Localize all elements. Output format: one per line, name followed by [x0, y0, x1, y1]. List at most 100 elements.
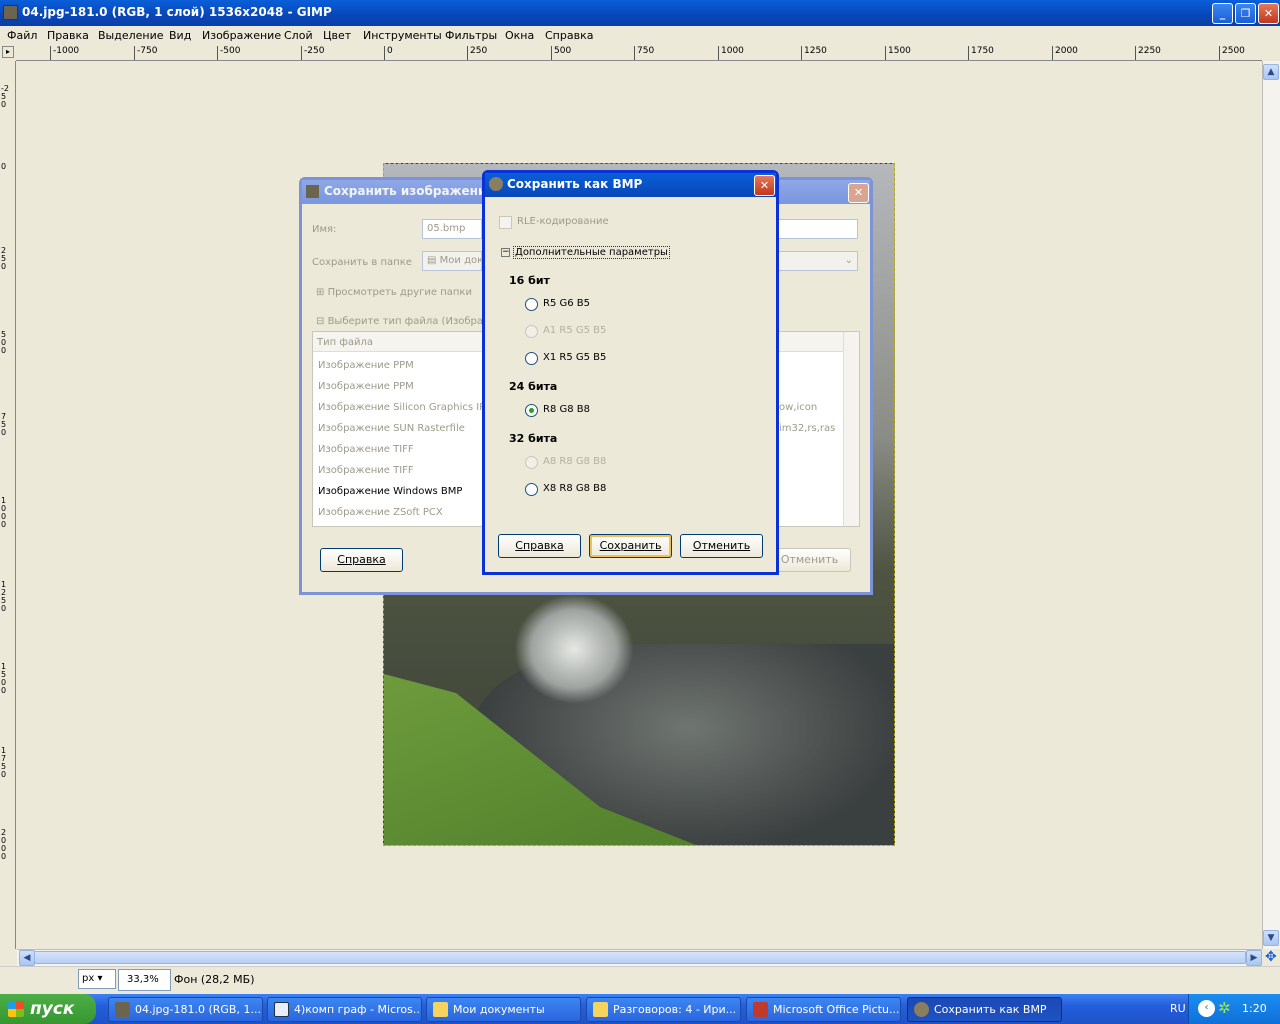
- filetype-row[interactable]: Изображение PPM: [318, 360, 414, 371]
- filetype-row[interactable]: Изображение PPM: [318, 381, 414, 392]
- folder-combo[interactable]: ▤ Мои доку: [422, 251, 482, 271]
- ruler-tick: 250: [1, 246, 7, 271]
- task-label: Сохранить как BMP: [934, 1003, 1047, 1016]
- taskbar-item-my-documents[interactable]: Мои документы: [426, 997, 581, 1022]
- unit-value: px: [82, 973, 95, 984]
- filetype-row[interactable]: Изображение Silicon Graphics IRI: [318, 402, 489, 413]
- gimp-icon: [914, 1002, 929, 1017]
- ruler-tick: -1000: [50, 46, 79, 60]
- advanced-options-expander[interactable]: Дополнительные параметры: [513, 246, 670, 259]
- ruler-tick: -250: [1, 84, 9, 109]
- bmp-help-button[interactable]: Справка: [498, 534, 581, 558]
- bmp-cancel-button[interactable]: Отменить: [680, 534, 763, 558]
- ruler-tick: -250: [301, 46, 324, 60]
- menu-view[interactable]: Вид: [169, 29, 191, 42]
- bmp-dialog-titlebar[interactable]: Сохранить как BMP: [485, 173, 776, 197]
- radio-a8r8g8b8[interactable]: [525, 456, 538, 469]
- cancel-button[interactable]: Отменить: [768, 548, 851, 572]
- filetype-expander[interactable]: ⊟ Выберите тип файла (Изображ: [316, 316, 492, 327]
- ruler-left: -250 0 250 500 750 1000 1250 1500 1750 2…: [0, 61, 16, 949]
- taskbar-item-save-bmp[interactable]: Сохранить как BMP: [907, 997, 1062, 1022]
- taskbar-item-word[interactable]: 4)комп граф - Micros...: [267, 997, 422, 1022]
- menu-edit[interactable]: Правка: [47, 29, 89, 42]
- maximize-button[interactable]: ❐: [1235, 3, 1256, 24]
- quickmask-toggle-icon[interactable]: ▸: [2, 46, 14, 58]
- filetype-label: Выберите тип файла (Изображ: [327, 316, 493, 327]
- horizontal-scroll-thumb[interactable]: [24, 951, 1246, 964]
- advanced-expander-icon[interactable]: −: [501, 248, 510, 257]
- scroll-down-icon[interactable]: ▼: [1263, 930, 1279, 946]
- folder-icon: [433, 1002, 448, 1017]
- radio-x8r8g8b8[interactable]: [525, 483, 538, 496]
- ruler-tick: 0: [1, 162, 7, 171]
- browse-expander[interactable]: ⊞ Просмотреть другие папки: [316, 287, 472, 298]
- taskbar-item-chat[interactable]: Разговоров: 4 - Ири...: [586, 997, 741, 1022]
- network-icon[interactable]: ✲: [1218, 999, 1231, 1017]
- folder-combo-arrow[interactable]: ⌄: [778, 251, 858, 271]
- section-32bit: 32 бита: [509, 432, 558, 445]
- taskbar-item-gimp[interactable]: 04.jpg-181.0 (RGB, 1...: [108, 997, 263, 1022]
- filename-input-tail[interactable]: [778, 219, 858, 239]
- ruler-tick: 750: [634, 46, 654, 60]
- gimp-icon: [489, 177, 503, 191]
- filetype-row[interactable]: Изображение TIFF: [318, 444, 414, 455]
- filetype-list-scrollbar[interactable]: [843, 332, 859, 526]
- filetype-row-selected[interactable]: Изображение Windows BMP: [318, 486, 462, 497]
- menu-image[interactable]: Изображение: [202, 29, 281, 42]
- menu-windows[interactable]: Окна: [505, 29, 534, 42]
- minimize-button[interactable]: _: [1212, 3, 1233, 24]
- menu-file[interactable]: Файл: [7, 29, 37, 42]
- radio-x1r5g5b5[interactable]: [525, 352, 538, 365]
- menu-help[interactable]: Справка: [545, 29, 593, 42]
- filetype-row[interactable]: Изображение TIFF: [318, 465, 414, 476]
- layer-info: Фон (28,2 МБ): [174, 973, 255, 986]
- rle-label: RLE-кодирование: [517, 216, 609, 227]
- close-icon[interactable]: ✕: [848, 183, 869, 203]
- radio-r5g6b5[interactable]: [525, 298, 538, 311]
- ruler-tick: 2250: [1135, 46, 1161, 60]
- ruler-tick: 1750: [1, 746, 7, 779]
- taskbar-item-picture-manager[interactable]: Microsoft Office Pictu...: [746, 997, 901, 1022]
- help-button[interactable]: Справка: [320, 548, 403, 572]
- scroll-up-icon[interactable]: ▲: [1263, 64, 1279, 80]
- label-r5g6b5: R5 G6 B5: [543, 298, 591, 309]
- menu-color[interactable]: Цвет: [323, 29, 351, 42]
- folder-label: Сохранить в папке: [312, 257, 412, 268]
- language-indicator[interactable]: RU: [1170, 1002, 1186, 1015]
- scroll-right-icon[interactable]: ▶: [1246, 950, 1262, 966]
- menu-tools[interactable]: Инструменты: [363, 29, 442, 42]
- section-16bit: 16 бит: [509, 274, 550, 287]
- browse-label: Просмотреть другие папки: [327, 287, 472, 298]
- radio-r8g8b8[interactable]: [525, 404, 538, 417]
- ruler-tick: 750: [1, 412, 7, 437]
- rle-checkbox[interactable]: [499, 216, 512, 229]
- zoom-select[interactable]: 33,3%: [118, 969, 171, 991]
- menu-select[interactable]: Выделение: [98, 29, 164, 42]
- bmp-save-button[interactable]: Сохранить: [589, 534, 672, 558]
- close-icon[interactable]: ✕: [754, 175, 775, 196]
- filetype-row[interactable]: Изображение ZSoft PCX: [318, 507, 443, 518]
- task-label: Разговоров: 4 - Ири...: [613, 1003, 737, 1016]
- menu-layer[interactable]: Слой: [284, 29, 313, 42]
- show-hidden-icons-icon[interactable]: ‹: [1198, 1000, 1215, 1017]
- start-button[interactable]: пуск: [0, 994, 96, 1024]
- ruler-tick: 1750: [968, 46, 994, 60]
- navigate-icon[interactable]: ✥: [1265, 949, 1277, 965]
- ruler-tick: 2000: [1, 828, 7, 861]
- menu-filters[interactable]: Фильтры: [445, 29, 497, 42]
- window-titlebar[interactable]: 04.jpg-181.0 (RGB, 1 слой) 1536x2048 - G…: [0, 0, 1280, 26]
- vertical-scrollbar[interactable]: ▲ ▼: [1262, 61, 1280, 949]
- unit-select[interactable]: px ▾: [78, 969, 116, 989]
- scroll-left-icon[interactable]: ◀: [19, 950, 35, 966]
- ruler-tick: 1500: [1, 662, 7, 695]
- ruler-tick: -750: [134, 46, 157, 60]
- start-label: пуск: [30, 999, 75, 1019]
- ruler-tick: 1250: [1, 580, 7, 613]
- filetype-extensions: im32,rs,ras: [779, 423, 836, 434]
- filename-input[interactable]: 05.bmp: [422, 219, 482, 239]
- gimp-icon: [115, 1002, 130, 1017]
- close-button[interactable]: ✕: [1258, 3, 1279, 24]
- filetype-row[interactable]: Изображение SUN Rasterfile: [318, 423, 465, 434]
- clock[interactable]: 1:20: [1242, 1002, 1267, 1015]
- radio-a1r5g5b5[interactable]: [525, 325, 538, 338]
